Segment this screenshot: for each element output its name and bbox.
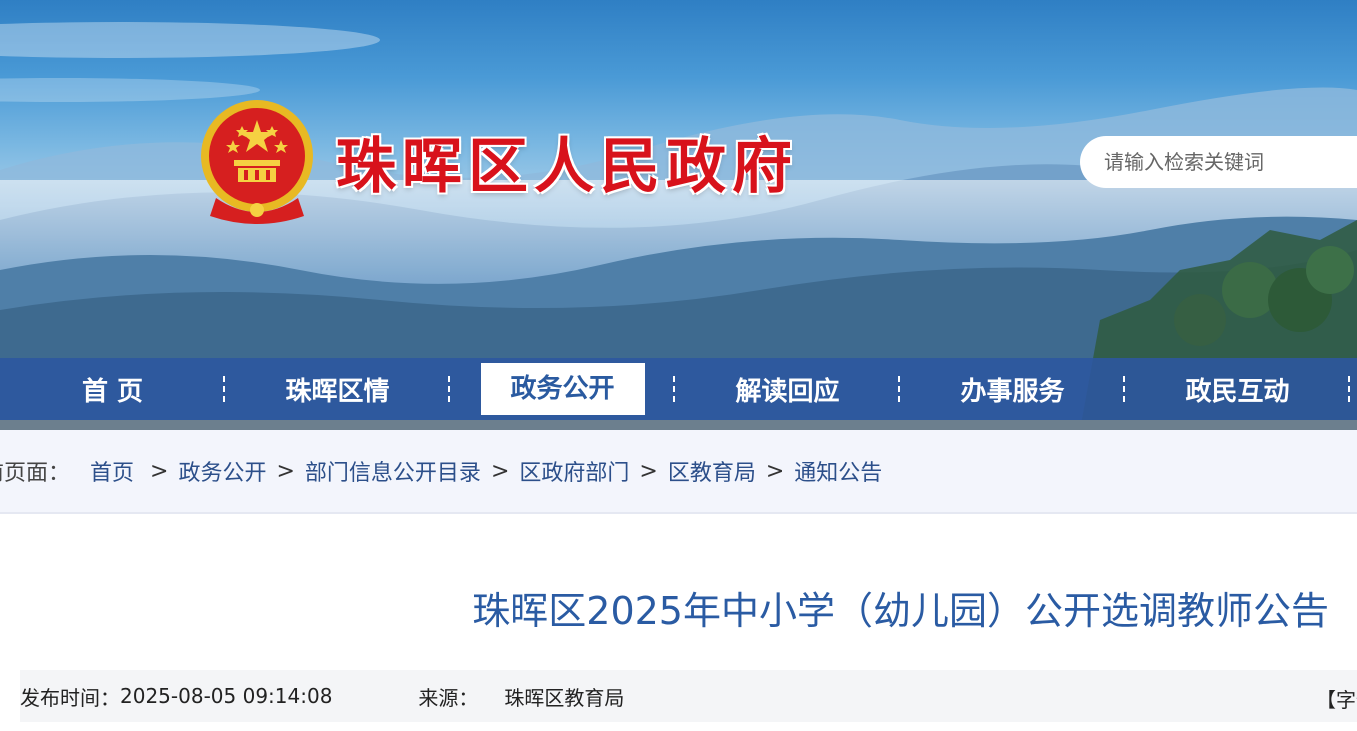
site-title: 珠晖区人民政府 (336, 132, 798, 202)
main-nav: 首 页 珠晖区情 政务公开 解读回应 办事服务 政民互动 (0, 358, 1357, 420)
breadcrumb-separator: > (639, 458, 658, 484)
breadcrumb: 前页面： 首页 > 政务公开 > 部门信息公开目录 > 区政府部门 > 区教育局… (0, 430, 1357, 514)
breadcrumb-link-education-bureau[interactable]: 区教育局 (668, 455, 756, 487)
breadcrumb-separator: > (765, 458, 785, 484)
nav-item-label: 珠晖区情 (285, 376, 390, 407)
nav-item-interpretation[interactable]: 解读回应 (675, 358, 900, 420)
font-size-control[interactable]: 【字体 (1316, 684, 1357, 713)
article-meta-bar: 发布时间： 2025-08-05 09:14:08 来源： 珠晖区教育局 【字体 (20, 670, 1357, 722)
nav-separator (1348, 376, 1350, 402)
nav-item-label: 解读回应 (735, 376, 840, 407)
nav-item-label: 办事服务 (960, 376, 1065, 407)
breadcrumb-link-notices[interactable]: 通知公告 (794, 455, 882, 487)
nav-item-home[interactable]: 首 页 (0, 358, 225, 420)
breadcrumb-link-home[interactable]: 首页 (90, 455, 134, 487)
breadcrumb-separator: > (490, 458, 510, 484)
nav-item-label: 政民互动 (1185, 376, 1290, 407)
nav-item-label: 首 页 (81, 376, 144, 407)
nav-item-interaction[interactable]: 政民互动 (1125, 358, 1350, 420)
source-value: 珠晖区教育局 (504, 685, 625, 710)
breadcrumb-separator: > (276, 458, 295, 484)
nav-item-services[interactable]: 办事服务 (900, 358, 1125, 420)
breadcrumb-prefix: 前页面： (0, 461, 71, 486)
article-title: 珠晖区2025年中小学（幼儿园）公开选调教师公告 (472, 589, 1329, 633)
breadcrumb-link-district-departments[interactable]: 区政府部门 (519, 455, 629, 487)
breadcrumb-separator: > (150, 458, 169, 484)
search-box[interactable] (1080, 136, 1357, 188)
national-emblem-icon (201, 100, 313, 224)
breadcrumb-link-department-catalog[interactable]: 部门信息公开目录 (305, 455, 481, 487)
search-input[interactable] (1102, 149, 1346, 175)
publish-time: 2025-08-05 09:14:08 (120, 684, 333, 708)
source-label: 来源： (418, 685, 479, 710)
page: 珠晖区人民政府 首 页 珠晖区情 政务公开 解读回应 办事服务 政民互动 (0, 0, 1357, 731)
breadcrumb-link-government-affairs[interactable]: 政务公开 (178, 455, 266, 487)
publish-time-label: 发布时间： (20, 685, 120, 710)
nav-item-district-info[interactable]: 珠晖区情 (225, 358, 450, 420)
nav-item-label: 政务公开 (480, 363, 645, 415)
nav-item-government-affairs[interactable]: 政务公开 (450, 358, 675, 420)
